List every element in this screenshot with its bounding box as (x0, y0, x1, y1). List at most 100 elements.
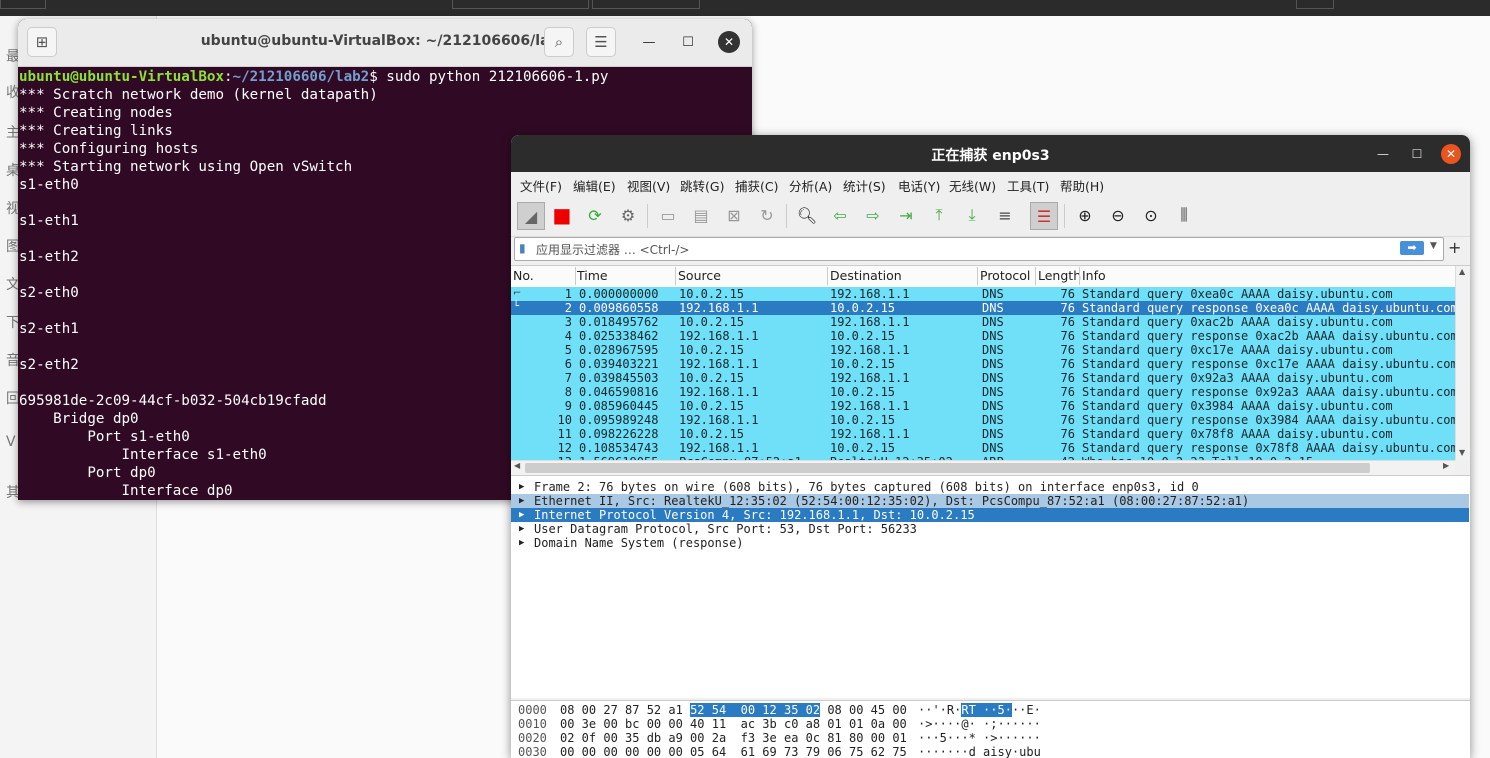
detail-row[interactable]: ▶ Frame 2: 76 bytes on wire (608 bits), 7… (511, 480, 1469, 494)
minimize-icon[interactable]: — (1373, 144, 1393, 164)
column-separator[interactable] (675, 267, 676, 285)
packet-list[interactable]: No. Time Source Destination Protocol Length In… (511, 265, 1470, 475)
menu-item[interactable]: 跳转(G) (680, 176, 724, 195)
column-header[interactable]: Time (577, 268, 608, 283)
detail-row[interactable]: ▶ Internet Protocol Version 4, Src: 192.1… (511, 508, 1469, 522)
open-file-icon[interactable]: ▭ (655, 202, 681, 228)
last-packet-icon[interactable]: ⤓ (959, 202, 985, 228)
save-file-icon[interactable]: ▤ (688, 202, 714, 228)
packet-row[interactable]: 3 0.018495762 10.0.2.15 192.168.1.1 DNS 76 Sta… (511, 315, 1455, 329)
packet-row[interactable]: 7 0.039845503 10.0.2.15 192.168.1.1 DNS 76 Sta… (511, 371, 1455, 385)
restart-capture-icon[interactable]: ⟳ (582, 202, 608, 228)
column-separator[interactable] (575, 267, 576, 285)
column-header[interactable]: Source (678, 268, 721, 283)
menu-item[interactable]: 无线(W) (949, 176, 996, 195)
expand-arrow-icon[interactable]: ▶ (519, 508, 524, 522)
expand-arrow-icon[interactable]: ▶ (519, 494, 524, 508)
find-packet-icon[interactable]: 🔍︎ (794, 202, 820, 228)
packet-list-vscroll[interactable]: ▲ ▼ (1455, 266, 1470, 460)
zoom-out-icon[interactable]: ⊖ (1105, 202, 1131, 228)
resize-columns-icon[interactable]: ⫼ (1171, 202, 1197, 228)
column-separator[interactable] (1079, 267, 1080, 285)
menu-item[interactable]: 编辑(E) (573, 176, 616, 195)
packet-row[interactable]: 10 0.095989248 192.168.1.1 10.0.2.15 DNS 76 St… (511, 413, 1455, 427)
column-header[interactable]: Protocol (980, 268, 1030, 283)
packet-list-hscroll[interactable]: ◀ ▶ (511, 460, 1455, 475)
top-tab[interactable] (0, 0, 46, 9)
top-tab[interactable] (1296, 0, 1334, 9)
shark-fin-start-icon[interactable]: ◢ (517, 202, 545, 230)
scroll-down-icon[interactable]: ▼ (1459, 448, 1465, 457)
reload-file-icon[interactable]: ↻ (754, 202, 780, 228)
packet-details[interactable]: ▶ Frame 2: 76 bytes on wire (608 bits), 7… (511, 475, 1470, 698)
menu-item[interactable]: 帮助(H) (1060, 176, 1104, 195)
menu-item[interactable]: 文件(F) (520, 176, 562, 195)
apply-filter-arrow-icon[interactable]: ➡ (1400, 241, 1424, 255)
maximize-icon[interactable]: ☐ (677, 31, 699, 53)
sidebar-item[interactable]: V (6, 434, 16, 450)
maximize-icon[interactable]: ☐ (1407, 144, 1427, 164)
autoscroll-icon[interactable]: ≡ (992, 202, 1018, 228)
column-separator[interactable] (827, 267, 828, 285)
column-header[interactable]: Length (1038, 268, 1081, 283)
packet-row[interactable]: 9 0.085960445 10.0.2.15 192.168.1.1 DNS 76 Sta… (511, 399, 1455, 413)
top-tab[interactable] (452, 0, 589, 9)
hscroll-thumb[interactable] (525, 463, 1370, 473)
zoom-reset-icon[interactable]: ⊙ (1138, 202, 1164, 228)
column-header[interactable]: Info (1082, 268, 1106, 283)
detail-row[interactable]: ▶ Ethernet II, Src: RealtekU_12:35:02 (52… (511, 494, 1469, 508)
hex-row[interactable]: 0030 00 00 00 00 00 00 05 64 61 69 73 79 … (511, 745, 1470, 758)
top-tab[interactable] (592, 0, 700, 9)
column-separator[interactable] (1035, 267, 1036, 285)
bookmark-icon[interactable]: ▮ (519, 241, 526, 255)
scroll-up-icon[interactable]: ▲ (1459, 267, 1465, 276)
expand-arrow-icon[interactable]: ▶ (519, 522, 524, 536)
detail-row[interactable]: ▶ Domain Name System (response) (511, 536, 1469, 550)
stop-capture-icon[interactable]: ■ (549, 202, 575, 228)
packet-row[interactable]: 12 0.108534743 192.168.1.1 10.0.2.15 DNS 76 St… (511, 441, 1455, 455)
close-icon[interactable]: ✕ (718, 31, 740, 53)
wireshark-titlebar[interactable]: 正在捕获 enp0s3 — ☐ ✕ (511, 135, 1470, 172)
menu-item[interactable]: 统计(S) (843, 176, 886, 195)
go-back-icon[interactable]: ⇦ (827, 202, 853, 228)
go-forward-icon[interactable]: ⇨ (860, 202, 886, 228)
packet-row[interactable]: 11 0.098226228 10.0.2.15 192.168.1.1 DNS 76 St… (511, 427, 1455, 441)
hex-row[interactable]: 0020 02 0f 00 35 db a9 00 2a f3 3e ea 0c … (511, 731, 1470, 745)
zoom-in-icon[interactable]: ⊕ (1072, 202, 1098, 228)
terminal-titlebar[interactable]: ⊞ ubuntu@ubuntu-VirtualBox: ~/212106606/… (18, 19, 752, 67)
hex-row[interactable]: 0000 08 00 27 87 52 a1 52 54 00 12 35 02 … (511, 703, 1470, 717)
packet-row[interactable]: 6 0.039403221 192.168.1.1 10.0.2.15 DNS 76 Sta… (511, 357, 1455, 371)
expand-arrow-icon[interactable]: ▶ (519, 536, 524, 550)
menu-item[interactable]: 电话(Y) (898, 176, 940, 195)
wireshark-window[interactable]: 正在捕获 enp0s3 — ☐ ✕ 文件(F) 编辑(E) 视图(V) 跳转(G) 捕获… (511, 135, 1470, 758)
search-icon[interactable]: ⌕ (544, 27, 574, 57)
hex-row[interactable]: 0010 00 3e 00 bc 00 00 40 11 ac 3b c0 a8 … (511, 717, 1470, 731)
column-header[interactable]: No. (513, 268, 534, 283)
colorize-icon[interactable]: ☰ (1030, 202, 1058, 230)
expand-arrow-icon[interactable]: ▶ (519, 480, 524, 494)
close-icon[interactable]: ✕ (1441, 144, 1461, 164)
minimize-icon[interactable]: — (638, 31, 660, 53)
capture-options-icon[interactable]: ⚙ (615, 202, 641, 228)
menu-item[interactable]: 捕获(C) (735, 176, 778, 195)
close-file-icon[interactable]: ⊠ (721, 202, 747, 228)
scroll-right-icon[interactable]: ▶ (1443, 461, 1449, 470)
scroll-left-icon[interactable]: ◀ (514, 461, 520, 470)
display-filter-input[interactable]: ▮ 应用显示过滤器 … <Ctrl-/> ➡ ▼ (514, 237, 1444, 261)
add-filter-button-icon[interactable]: + (1448, 238, 1461, 257)
first-packet-icon[interactable]: ⤒ (926, 202, 952, 228)
filter-dropdown-icon[interactable]: ▼ (1430, 241, 1437, 251)
packet-row[interactable]: 8 0.046590816 192.168.1.1 10.0.2.15 DNS 76 Sta… (511, 385, 1455, 399)
packet-bytes[interactable]: 0000 08 00 27 87 52 a1 52 54 00 12 35 02 … (511, 700, 1470, 758)
menu-icon[interactable]: ☰ (586, 27, 616, 57)
packet-row[interactable]: 2 0.009860558 192.168.1.1 10.0.2.15 DNS 76 Sta… (511, 301, 1455, 315)
menu-item[interactable]: 视图(V) (627, 176, 670, 195)
packet-row[interactable]: 5 0.028967595 10.0.2.15 192.168.1.1 DNS 76 Sta… (511, 343, 1455, 357)
go-to-packet-icon[interactable]: ⇥ (893, 202, 919, 228)
packet-row[interactable]: 1 0.000000000 10.0.2.15 192.168.1.1 DNS 76 Sta… (511, 287, 1455, 301)
detail-row[interactable]: ▶ User Datagram Protocol, Src Port: 53, D… (511, 522, 1469, 536)
packet-row[interactable]: 4 0.025338462 192.168.1.1 10.0.2.15 DNS 76 Sta… (511, 329, 1455, 343)
menu-item[interactable]: 工具(T) (1007, 176, 1049, 195)
column-header[interactable]: Destination (830, 268, 902, 283)
menu-item[interactable]: 分析(A) (789, 176, 832, 195)
